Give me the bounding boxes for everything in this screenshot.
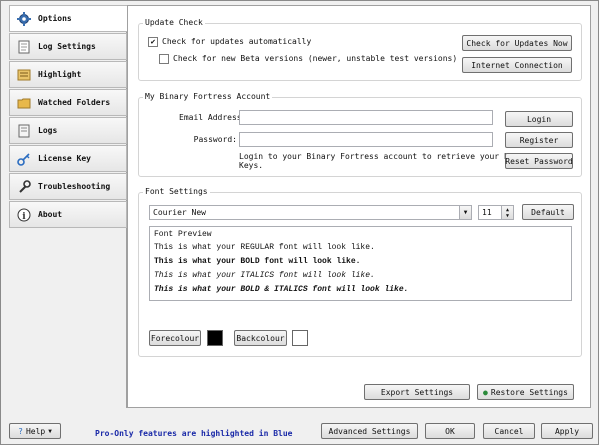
account-title: My Binary Fortress Account bbox=[143, 92, 273, 101]
beta-checkbox[interactable] bbox=[159, 54, 169, 64]
account-info-line1: Login to your Binary Fortress account to… bbox=[239, 152, 538, 161]
info-icon: i bbox=[16, 207, 32, 223]
spin-icon[interactable]: ▲ ▼ bbox=[501, 206, 513, 219]
update-check-title: Update Check bbox=[143, 18, 205, 27]
sidebar-item-log-settings[interactable]: Log Settings bbox=[9, 33, 127, 60]
font-size-stepper[interactable]: 11 ▲ ▼ bbox=[478, 205, 514, 220]
reset-password-button[interactable]: Reset Password bbox=[505, 153, 573, 169]
help-icon: ? bbox=[18, 426, 23, 436]
log-icon bbox=[16, 123, 32, 139]
forecolour-swatch[interactable] bbox=[207, 330, 223, 346]
sidebar-item-label: Watched Folders bbox=[38, 98, 111, 107]
email-field[interactable] bbox=[239, 110, 493, 125]
sidebar-item-label: Highlight bbox=[38, 70, 82, 79]
font-settings-group: Font Settings Courier New ▼ 11 ▲ ▼ Defaul… bbox=[138, 187, 582, 357]
preview-italic: This is what your ITALICS font will look… bbox=[154, 271, 375, 280]
restore-settings-button[interactable]: ● Restore Settings bbox=[477, 384, 574, 400]
chevron-down-icon[interactable]: ▼ bbox=[459, 206, 471, 219]
folder-icon bbox=[16, 95, 32, 111]
sidebar-item-troubleshooting[interactable]: Troubleshooting bbox=[9, 173, 127, 200]
login-button[interactable]: Login bbox=[505, 111, 573, 127]
cancel-button[interactable]: Cancel bbox=[483, 423, 535, 439]
sidebar-item-label: License Key bbox=[38, 154, 91, 163]
account-group: My Binary Fortress Account Email Address… bbox=[138, 92, 582, 177]
export-settings-button[interactable]: Export Settings bbox=[364, 384, 470, 400]
sidebar-item-highlight[interactable]: Highlight bbox=[9, 61, 127, 88]
sidebar-item-label: Logs bbox=[38, 126, 58, 135]
options-panel: Update Check ✔ Check for updates automat… bbox=[127, 5, 591, 408]
options-window: Options Log Settings Highlight Watched F… bbox=[0, 0, 599, 445]
apply-button[interactable]: Apply bbox=[541, 423, 593, 439]
gear-icon bbox=[16, 11, 32, 27]
sidebar-item-license-key[interactable]: License Key bbox=[9, 145, 127, 172]
font-size-value: 11 bbox=[482, 208, 492, 217]
preview-regular: This is what your REGULAR font will look… bbox=[154, 243, 375, 252]
default-font-button[interactable]: Default bbox=[522, 204, 574, 220]
font-settings-title: Font Settings bbox=[143, 187, 210, 196]
password-label: Password: bbox=[193, 135, 237, 144]
auto-update-checkbox[interactable]: ✔ bbox=[148, 37, 158, 47]
pro-features-note: Pro-Only features are highlighted in Blu… bbox=[95, 429, 293, 438]
help-label: Help bbox=[25, 426, 46, 436]
restore-icon: ● bbox=[483, 387, 488, 397]
sidebar: Options Log Settings Highlight Watched F… bbox=[9, 5, 128, 408]
font-preview-box: Font Preview This is what your REGULAR f… bbox=[149, 226, 572, 301]
chevron-down-icon: ▼ bbox=[48, 427, 52, 435]
wrench-icon bbox=[16, 179, 32, 195]
backcolour-swatch[interactable] bbox=[292, 330, 308, 346]
highlight-icon bbox=[16, 67, 32, 83]
svg-text:i: i bbox=[22, 212, 26, 222]
sidebar-item-label: Log Settings bbox=[38, 42, 96, 51]
sidebar-item-about[interactable]: i About bbox=[9, 201, 127, 228]
auto-update-label: Check for updates automatically bbox=[162, 37, 312, 46]
forecolour-button[interactable]: Forecolour bbox=[149, 330, 201, 346]
preview-bold: This is what your BOLD font will look li… bbox=[154, 257, 361, 266]
register-button[interactable]: Register bbox=[505, 132, 573, 148]
font-preview-header: Font Preview bbox=[154, 230, 212, 239]
email-label: Email Address: bbox=[179, 113, 247, 122]
check-updates-now-button[interactable]: Check for Updates Now bbox=[462, 35, 572, 51]
ok-button[interactable]: OK bbox=[425, 423, 475, 439]
advanced-settings-button[interactable]: Advanced Settings bbox=[321, 423, 418, 439]
sidebar-item-logs[interactable]: Logs bbox=[9, 117, 127, 144]
sidebar-item-options[interactable]: Options bbox=[9, 5, 128, 32]
sidebar-item-label: Options bbox=[38, 14, 72, 23]
sidebar-item-label: Troubleshooting bbox=[38, 182, 111, 191]
password-field[interactable] bbox=[239, 132, 493, 147]
sidebar-item-label: About bbox=[38, 210, 63, 219]
beta-label: Check for new Beta versions (newer, unst… bbox=[173, 54, 458, 63]
help-button[interactable]: ? Help ▼ bbox=[9, 423, 61, 439]
document-icon bbox=[16, 39, 32, 55]
preview-bold-italic: This is what your BOLD & ITALICS font wi… bbox=[154, 285, 409, 294]
update-check-group: Update Check ✔ Check for updates automat… bbox=[138, 18, 582, 81]
font-name-value: Courier New bbox=[153, 208, 206, 217]
backcolour-button[interactable]: Backcolour bbox=[234, 330, 287, 346]
internet-connection-button[interactable]: Internet Connection bbox=[462, 57, 572, 73]
key-icon bbox=[16, 151, 32, 167]
account-info-line2: Keys. bbox=[239, 161, 264, 170]
sidebar-item-watched-folders[interactable]: Watched Folders bbox=[9, 89, 127, 116]
restore-settings-label: Restore Settings bbox=[490, 387, 568, 397]
font-name-select[interactable]: Courier New ▼ bbox=[149, 205, 472, 220]
